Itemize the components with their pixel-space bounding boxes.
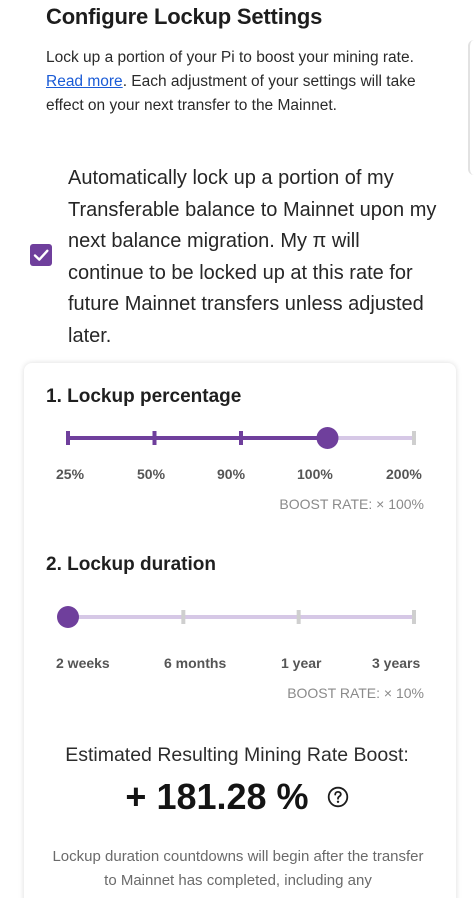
read-more-link[interactable]: Read more [46,73,123,90]
percentage-thumb [316,427,339,449]
duration-tick-3 [412,610,416,624]
percentage-tick-1 [152,431,157,445]
duration-thumb [57,606,79,628]
lockup-duration-slider[interactable] [42,605,420,629]
estimated-boost-label: Estimated Resulting Mining Rate Boost: [65,744,409,766]
side-scroll-edge [468,40,474,175]
duration-tick-1 [181,610,186,624]
percentage-option-50[interactable]: 50% [137,466,165,482]
percentage-option-25[interactable]: 25% [56,466,84,482]
lockup-percentage-title: 1. Lockup percentage [46,386,242,407]
lockup-percentage-slider[interactable] [42,426,420,450]
duration-tick-2 [296,610,301,624]
estimated-boost-row: + 181.28 % [0,776,474,818]
intro-text-before: Lock up a portion of your Pi to boost yo… [46,49,414,66]
percentage-option-200[interactable]: 200% [386,466,422,482]
percentage-tick-0 [66,431,70,445]
percentage-tick-2 [239,431,243,445]
estimated-boost-value: + 181.28 % [125,776,309,817]
lockup-percentage-track [66,427,416,449]
lockup-duration-title: 2. Lockup duration [46,554,216,575]
lockup-settings-page: Configure Lockup Settings Lock up a port… [0,0,474,898]
auto-lockup-label: Automatically lock up a portion of my Tr… [68,167,437,347]
duration-boost-rate: BOOST RATE: × 10% [287,685,424,701]
page-title: Configure Lockup Settings [46,4,323,29]
percentage-option-100[interactable]: 100% [297,466,333,482]
auto-lockup-checkbox[interactable] [30,244,52,266]
duration-option-6-months[interactable]: 6 months [164,655,226,671]
lockup-footnote: Lockup duration countdowns will begin af… [52,848,424,889]
lockup-duration-track [57,606,416,628]
help-question-icon[interactable] [327,786,349,808]
percentage-boost-rate: BOOST RATE: × 100% [279,496,424,512]
duration-option-1-year[interactable]: 1 year [281,655,321,671]
intro-text: Lock up a portion of your Pi to boost yo… [46,46,441,118]
percentage-option-90[interactable]: 90% [217,466,245,482]
duration-option-3-years[interactable]: 3 years [372,655,420,671]
percentage-tick-4 [412,431,416,445]
duration-option-2-weeks[interactable]: 2 weeks [56,655,110,671]
checkmark-icon [33,249,49,261]
